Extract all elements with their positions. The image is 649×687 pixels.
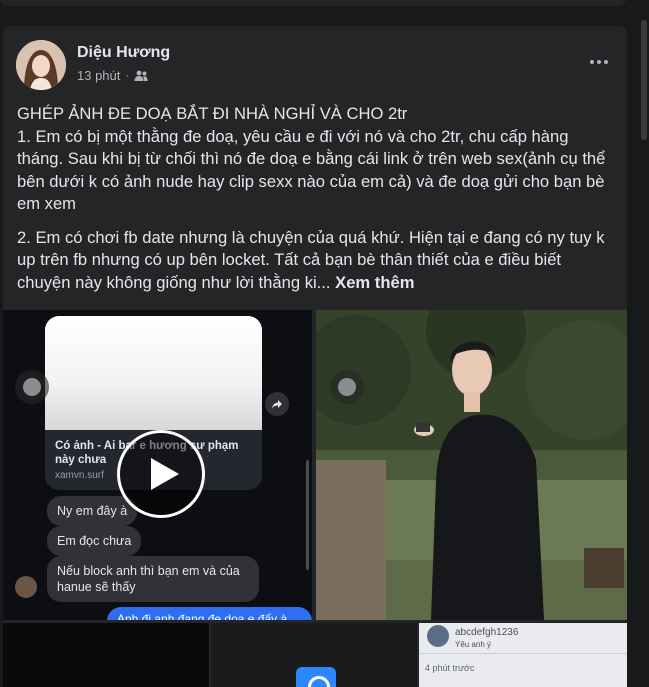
thumb-caption: Yêu anh ý	[455, 640, 492, 649]
thumb-username: abcdefgh1236	[455, 627, 519, 638]
thumb-time: 4 phút trước	[425, 663, 475, 673]
post-header: Diệu Hương 13 phút ·	[16, 40, 614, 92]
media-thumbnail[interactable]	[3, 623, 209, 687]
media-grid: Có ảnh - Ai bar e hương sư phạm này chưa…	[3, 310, 627, 687]
photo-man-with-phone	[316, 310, 627, 620]
divider	[419, 653, 627, 654]
thumb-avatar	[427, 625, 449, 647]
feed-post: Diệu Hương 13 phút · GHÉP ẢNH ĐE DOẠ BẮT…	[3, 26, 627, 687]
see-more-link[interactable]: Xem thêm	[335, 273, 414, 292]
post-time[interactable]: 13 phút	[77, 68, 120, 83]
author-avatar[interactable]	[16, 40, 66, 90]
media-photo-tile[interactable]	[316, 310, 627, 620]
share-icon	[265, 392, 289, 416]
post-paragraph-2: 2. Em có chơi fb date nhưng là chuyện củ…	[17, 227, 615, 295]
media-thumbnail[interactable]: abcdefgh1236 Yêu anh ý 4 phút trước	[419, 623, 627, 687]
messenger-app-icon	[296, 667, 336, 687]
media-video-tile[interactable]: Có ảnh - Ai bar e hương sư phạm này chưa…	[3, 310, 312, 620]
post-body: GHÉP ẢNH ĐE DOẠ BẮT ĐI NHÀ NGHỈ VÀ CHO 2…	[17, 103, 615, 305]
post-paragraph-2-text: 2. Em có chơi fb date nhưng là chuyện củ…	[17, 227, 605, 292]
chat-message: Nếu block anh thì bạn em và của hanue sẽ…	[47, 556, 259, 602]
meta-separator: ·	[125, 69, 130, 82]
post-meta: 13 phút ·	[77, 68, 148, 83]
link-preview-image	[45, 316, 262, 430]
friends-icon[interactable]	[134, 70, 148, 82]
previous-post-card	[0, 0, 626, 6]
chat-message: Ny em đây à	[47, 496, 138, 526]
chat-message: Em đọc chưa	[47, 526, 142, 556]
scrollbar[interactable]	[639, 0, 649, 687]
scrollbar-thumb[interactable]	[641, 20, 647, 140]
overlay-circle-icon	[15, 370, 49, 404]
play-icon[interactable]	[117, 430, 205, 518]
chat-scroll-indicator	[306, 460, 309, 570]
chat-sent-message: Anh đi anh đang đe dọa e đấy à	[107, 607, 312, 620]
overlay-circle-icon	[330, 370, 364, 404]
author-name[interactable]: Diệu Hương	[77, 44, 170, 62]
more-options-icon[interactable]	[584, 52, 614, 72]
post-paragraph-1: GHÉP ẢNH ĐE DOẠ BẮT ĐI NHÀ NGHỈ VÀ CHO 2…	[17, 104, 606, 213]
chat-sender-avatar	[15, 576, 37, 598]
media-thumbnail[interactable]	[211, 623, 417, 687]
